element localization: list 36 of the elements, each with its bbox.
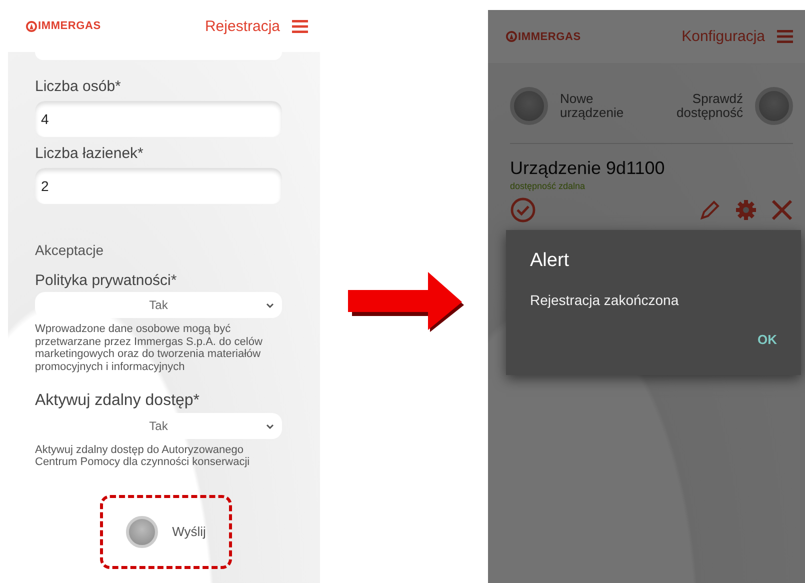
round-button[interactable] — [510, 87, 548, 125]
check-circle-icon[interactable] — [510, 197, 536, 223]
dialog-message: Rejestracja zakończona — [530, 292, 680, 308]
screen-title: Konfiguracja — [682, 28, 765, 45]
dialog-title: Alert — [530, 250, 570, 272]
input-field[interactable]: 4 — [35, 101, 282, 137]
menu-icon[interactable] — [292, 20, 308, 32]
action-label: Sprawdź dostępność — [676, 92, 743, 120]
close-icon[interactable] — [771, 199, 793, 221]
device-status: dostępność zdalna — [510, 181, 586, 191]
field-label: Liczba osób* — [35, 78, 122, 95]
section-title: Akceptacje — [35, 242, 104, 258]
flame-logo-icon — [506, 31, 517, 42]
input-field[interactable]: 2 — [35, 168, 282, 204]
pen-icon[interactable] — [699, 199, 721, 221]
settings-icon[interactable] — [735, 199, 757, 221]
field-label: Aktywuj zdalny dostęp* — [35, 392, 201, 410]
field-label: Polityka prywatności* — [35, 272, 178, 289]
brand-logo: IMMERGAS — [518, 30, 581, 42]
submit-button[interactable] — [126, 516, 158, 548]
menu-icon[interactable] — [777, 30, 793, 43]
screen-title: Rejestracja — [204, 18, 280, 34]
help-text: Aktywuj zdalny dostęp do Autoryzowanego Centrum Pomocy dla czynności konserwacji — [35, 444, 251, 469]
round-button[interactable] — [755, 87, 793, 125]
field-label: Liczba łazienek* — [35, 145, 144, 162]
dropdown[interactable]: Tak — [35, 292, 282, 318]
ok-button[interactable]: OK — [758, 330, 777, 349]
chevron-down-icon — [266, 424, 274, 429]
flame-logo-icon — [26, 20, 37, 32]
help-text: Wprowadzone dane osobowe mogą być przetwarzane przez Immergas S.p.A. do celów marketingowych oraz do tworzenia materiałów promocyjnych i informacyjnych — [35, 323, 264, 374]
arrow-icon — [348, 272, 466, 334]
brand-logo: IMMERGAS — [38, 20, 101, 32]
action-label: Nowe urządzenie — [560, 92, 625, 120]
submit-label: Wyślij — [172, 524, 206, 540]
device-name: Urządzenie 9d1100 — [510, 158, 666, 179]
chevron-down-icon — [266, 303, 274, 308]
